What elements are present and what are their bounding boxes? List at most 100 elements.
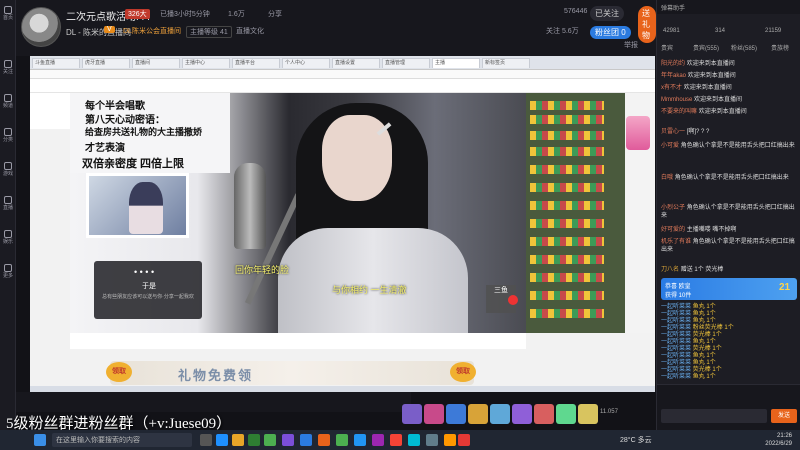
chat-message: 机乐了有谁 角色确认个拿是不是能用舌头把口红搞出来 (661, 239, 795, 253)
app-icon[interactable] (354, 434, 366, 446)
inner-tab: 个人中心 (282, 58, 330, 68)
edge-icon[interactable] (216, 434, 228, 446)
viewer-count: 1.6万 (228, 11, 245, 18)
gift-item-icon[interactable] (402, 404, 422, 424)
popup-dots: • • • • (134, 267, 155, 277)
douyu-icon[interactable] (318, 434, 330, 446)
app-icon[interactable] (444, 434, 456, 446)
follow-count: 关注 5.6万 (546, 28, 579, 35)
gift-top-button[interactable]: 送礼物 (638, 6, 656, 43)
category-tag[interactable]: 直播文化 (236, 26, 264, 36)
chat-input[interactable] (661, 409, 767, 423)
inner-gift-bar (70, 333, 526, 349)
promo-right-button[interactable]: 领取 (450, 362, 476, 382)
rail-item-more[interactable]: 更多 (1, 262, 15, 284)
gift-message: 一起听菜菜 鱼丸 1个 (661, 339, 716, 345)
gift-item-icon[interactable] (578, 404, 598, 424)
gift-row (530, 183, 604, 192)
stat-value: 314 (715, 28, 726, 34)
inner-address-bar (30, 70, 655, 79)
fan-club-button[interactable]: 粉丝团 0 (590, 26, 631, 39)
gift-message: 一起听菜菜 鱼丸 1个 (661, 304, 716, 310)
tv-icon (4, 196, 12, 204)
chat-tab[interactable]: 贵宾(555) (693, 43, 719, 52)
folder-icon[interactable] (232, 434, 244, 446)
gift-item-icon[interactable] (512, 404, 532, 424)
room-header: 二次元点歌活动! ! ! 326大 已播3小时5分钟 1.6万 分享 DL - … (16, 0, 656, 56)
share-button[interactable]: 分享 (268, 9, 282, 19)
rail-item-ent[interactable]: 娱乐 (1, 228, 15, 250)
anime-inset (86, 173, 189, 238)
double-line: 双倍亲密度 四倍上限 (82, 158, 185, 170)
app-icon[interactable] (248, 434, 260, 446)
vip-badge: V (104, 26, 115, 33)
chat-tab[interactable]: 贵族榜 (771, 43, 789, 52)
chat-message: 刀八名 赠送 1个 荧光棒 (661, 267, 724, 273)
clock[interactable]: 21:26 2022/6/29 (746, 432, 792, 448)
app-icon[interactable] (426, 434, 438, 446)
promo-banner[interactable] (110, 361, 474, 385)
chat-panel: 弹幕助手 42981 314 21159 贵宾 贵宾(555) 粉丝(585) … (656, 0, 800, 430)
gift-item-icon[interactable] (468, 404, 488, 424)
wechat-icon[interactable] (336, 434, 348, 446)
promo-left-button[interactable]: 领取 (106, 362, 132, 382)
gift-row (530, 165, 604, 174)
video-player[interactable]: 斗鱼直播 虎牙直播 直播间 主播中心 直播平台 个人中心 直播设置 直播管理 主… (30, 56, 655, 392)
gift-item-icon[interactable] (490, 404, 510, 424)
app-icon[interactable] (458, 434, 470, 446)
chat-message: 年年akao 欢迎来到本直播间 (661, 73, 736, 79)
gift-item-icon[interactable] (556, 404, 576, 424)
weather[interactable]: 28°C 多云 (620, 435, 652, 445)
clock-date: 2022/6/29 (765, 441, 792, 447)
gift-message: 一起听菜菜 鱼丸 1个 (661, 311, 716, 317)
inner-tab: 直播间 (132, 58, 180, 68)
windows-start-icon[interactable] (34, 434, 46, 446)
gift-message: 一起听菜菜 荧光棒 1个 (661, 346, 722, 352)
clock-time: 21:26 (776, 433, 792, 439)
streamer-name[interactable]: DL - 陈米的直播间 (66, 27, 131, 38)
chat-message: 阳光的约 欢迎来到本直播间 (661, 61, 735, 67)
gift-item-icon[interactable] (424, 404, 444, 424)
gift-item-icon[interactable] (534, 404, 554, 424)
chat-tab[interactable]: 粉丝(585) (731, 43, 757, 52)
rail-item-live[interactable]: 直播 (1, 194, 15, 216)
captured-browser: 斗鱼直播 虎牙直播 直播间 主播中心 直播平台 个人中心 直播设置 直播管理 主… (30, 56, 655, 392)
gift-row (530, 291, 604, 300)
rail-item-game[interactable]: 游戏 (1, 160, 15, 182)
rail-item-follow[interactable]: 关注 (1, 58, 15, 80)
rail-item-home[interactable]: 首页 (1, 4, 15, 26)
gift-row (530, 115, 604, 124)
chat-tab[interactable]: 贵宾 (661, 43, 673, 52)
chrome-icon[interactable] (264, 434, 276, 446)
guild-notice[interactable]: DL陈米公会直播间 (123, 26, 181, 36)
send-button[interactable]: 发送 (771, 409, 797, 423)
chat-tabs: 贵宾 贵宾(555) 粉丝(585) 贵族榜 (657, 40, 800, 52)
left-rail: 首页 关注 频道 分类 游戏 直播 娱乐 更多 (0, 0, 16, 430)
chat-message: 不要来的叫嘛 欢迎来到本直播间 (661, 109, 747, 115)
streamer-level-tag: 主播等级 41 (186, 26, 232, 38)
chat-stats: 42981 314 21159 (657, 26, 800, 38)
rail-item-category[interactable]: 分类 (1, 126, 15, 148)
rail-item-channel[interactable]: 频道 (1, 92, 15, 114)
chat-message: 小烈公子 角色确认个拿是不是能用舌头把口红搞出来 (661, 205, 795, 219)
app-icon[interactable] (300, 434, 312, 446)
task-view-icon[interactable] (200, 434, 212, 446)
follow-button[interactable]: 已关注 (590, 6, 624, 21)
app-icon[interactable] (408, 434, 420, 446)
gift-row (530, 219, 604, 228)
inner-tab: 新标签页 (482, 58, 530, 68)
avatar[interactable] (21, 7, 61, 47)
app-icon[interactable] (282, 434, 294, 446)
streamer-body (278, 228, 468, 333)
fan-card[interactable]: 恭喜 欧皇 获得 10件 21 (661, 278, 797, 300)
more-icon (4, 264, 12, 272)
chat-list: 阳光的约 欢迎来到本直播间 年年akao 欢迎来到本直播间 x有不才 欢迎来到本… (657, 54, 800, 273)
app-icon[interactable] (390, 434, 402, 446)
app-icon[interactable] (372, 434, 384, 446)
gift-row (530, 131, 604, 140)
taskbar-search[interactable]: 在这里输入你要搜索的内容 (52, 433, 192, 447)
live-duration: 已播3小时5分钟 (160, 11, 210, 18)
gift-item-icon[interactable] (446, 404, 466, 424)
inner-tab: 直播平台 (232, 58, 280, 68)
report-button[interactable]: 举报 (624, 40, 638, 50)
